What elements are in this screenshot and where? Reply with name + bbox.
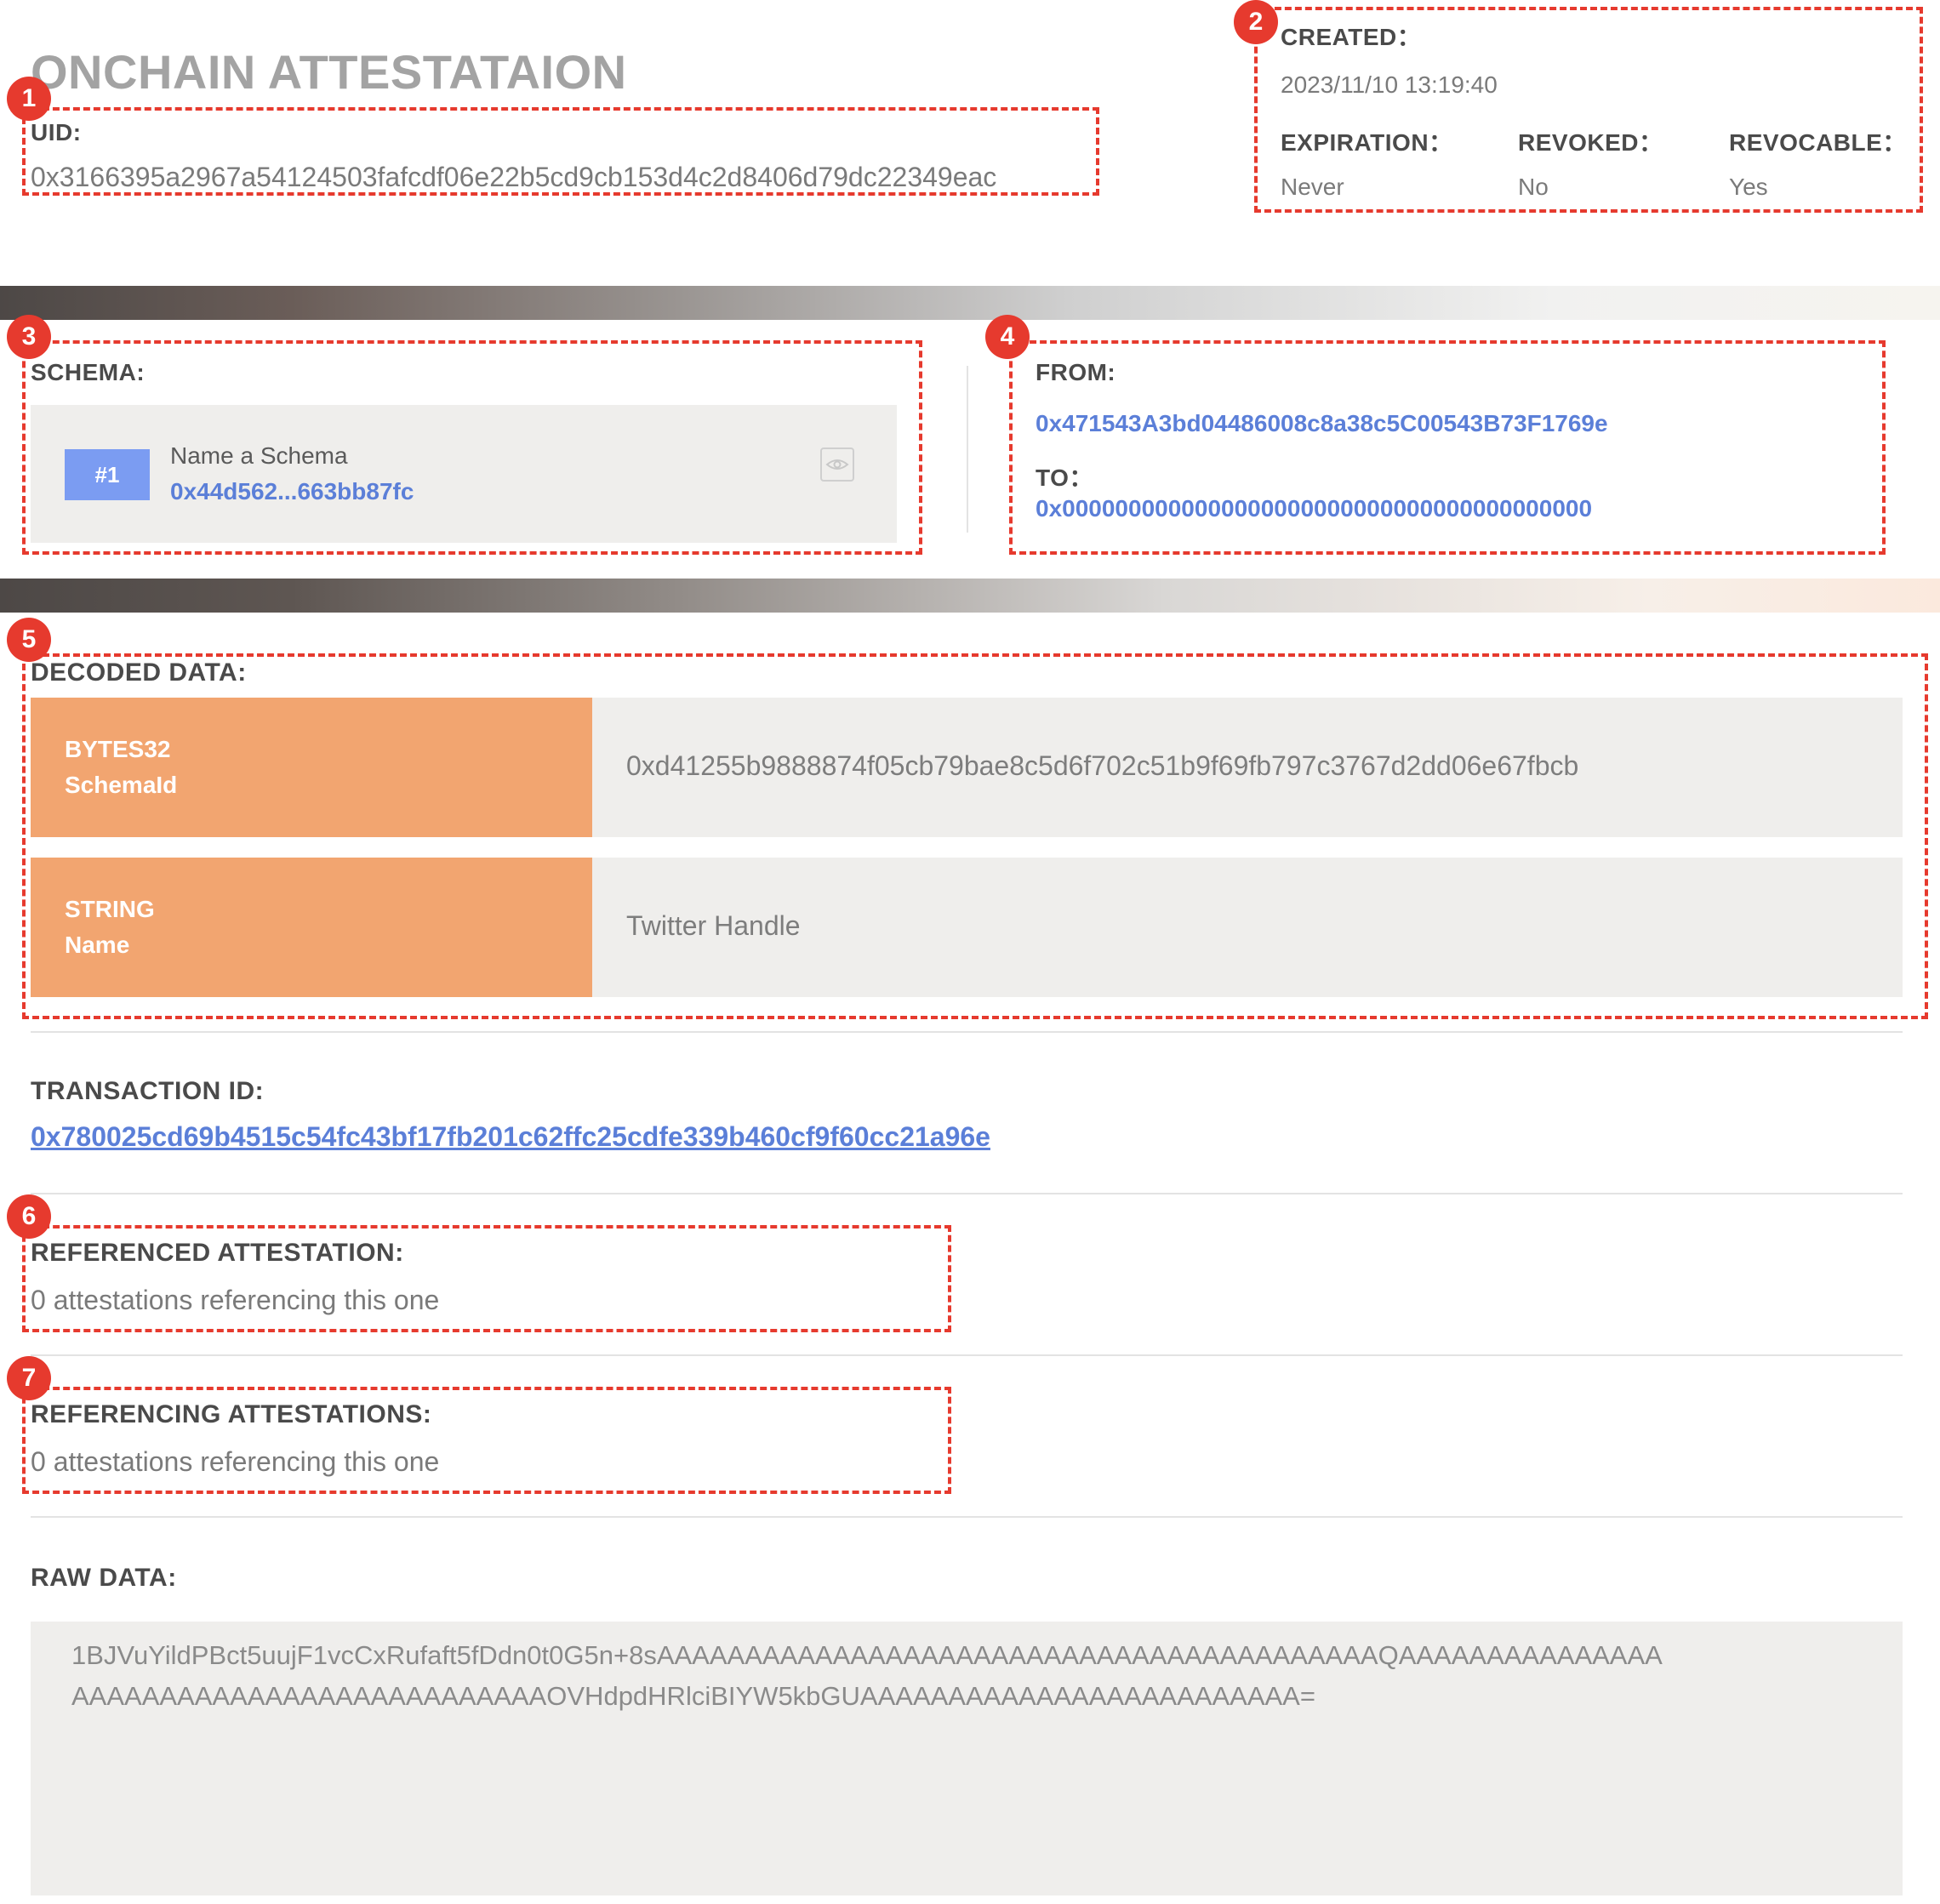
decoded-row-2-value-cell: Twitter Handle xyxy=(592,858,1903,997)
divider-referenced xyxy=(31,1354,1903,1356)
referencing-attestations-label: REFERENCING ATTESTATIONS: xyxy=(31,1400,432,1428)
created-label: CREATED： xyxy=(1281,24,1422,50)
annotation-badge-3: 3 xyxy=(7,315,51,359)
to-address-link[interactable]: 0x00000000000000000000000000000000000000… xyxy=(1036,495,1592,522)
revoked-value: No xyxy=(1518,174,1549,200)
expiration-value: Never xyxy=(1281,174,1344,200)
transaction-id-label: TRANSACTION ID: xyxy=(31,1077,265,1105)
raw-data-line-2: AAAAAAAAAAAAAAAAAAAAAAAAAAAOVHdpdHRlciBI… xyxy=(71,1681,1315,1711)
decoded-row-2-type-cell: STRING Name xyxy=(31,858,592,997)
schema-label: SCHEMA: xyxy=(31,359,146,385)
annotation-badge-5: 5 xyxy=(7,618,51,662)
to-label: TO： xyxy=(1036,465,1093,491)
expiration-label: EXPIRATION： xyxy=(1281,129,1453,156)
divider-band-top xyxy=(0,286,1940,320)
schema-address-link[interactable]: 0x44d562...663bb87fc xyxy=(170,478,414,505)
referenced-attestation-label: REFERENCED ATTESTATION: xyxy=(31,1239,404,1267)
referenced-attestation-value: 0 attestations referencing this one xyxy=(31,1285,440,1315)
decoded-row-1-type: BYTES32 xyxy=(65,736,171,762)
divider-decoded xyxy=(31,1031,1903,1033)
schema-name: Name a Schema xyxy=(170,442,348,469)
revoked-label: REVOKED： xyxy=(1518,129,1663,156)
referencing-attestations-value: 0 attestations referencing this one xyxy=(31,1446,440,1477)
from-label: FROM: xyxy=(1036,359,1116,385)
decoded-row-1-value: 0xd41255b9888874f05cb79bae8c5d6f702c51b9… xyxy=(626,750,1579,781)
annotation-badge-7: 7 xyxy=(7,1356,51,1400)
decoded-data-label: DECODED DATA: xyxy=(31,658,247,687)
section-divider-vertical xyxy=(967,366,968,533)
from-address-link[interactable]: 0x471543A3bd04486008c8a38c5C00543B73F176… xyxy=(1036,410,1608,437)
decoded-row-1-type-cell: BYTES32 SchemaId xyxy=(31,698,592,837)
annotation-badge-1: 1 xyxy=(7,77,51,121)
uid-label: UID: xyxy=(31,119,82,145)
page-title: ONCHAIN ATTESTATAION xyxy=(31,45,627,99)
raw-data-box: 1BJVuYildPBct5uujF1vcCxRufaft5fDdn0t0G5n… xyxy=(31,1622,1903,1895)
created-value: 2023/11/10 13:19:40 xyxy=(1281,71,1498,98)
eye-icon[interactable] xyxy=(820,447,854,482)
decoded-row-2-name: Name xyxy=(65,932,130,958)
schema-card[interactable]: #1 Name a Schema 0x44d562...663bb87fc xyxy=(31,405,897,543)
annotation-badge-6: 6 xyxy=(7,1194,51,1239)
revocable-value: Yes xyxy=(1729,174,1768,200)
decoded-row-1-name: SchemaId xyxy=(65,772,178,798)
revocable-label: REVOCABLE： xyxy=(1729,129,1907,156)
decoded-row-1-value-cell: 0xd41255b9888874f05cb79bae8c5d6f702c51b9… xyxy=(592,698,1903,837)
parties-annotation-box xyxy=(1009,340,1886,555)
raw-data-line-1: 1BJVuYildPBct5uujF1vcCxRufaft5fDdn0t0G5n… xyxy=(71,1640,1663,1670)
annotation-badge-2: 2 xyxy=(1234,0,1278,44)
decoded-row-2-type: STRING xyxy=(65,896,155,922)
schema-id-tag: #1 xyxy=(65,449,150,500)
decoded-row-2-value: Twitter Handle xyxy=(626,910,801,941)
divider-referencing xyxy=(31,1516,1903,1518)
raw-data-label: RAW DATA: xyxy=(31,1564,177,1592)
divider-band-middle xyxy=(0,579,1940,613)
transaction-id-link[interactable]: 0x780025cd69b4515c54fc43bf17fb201c62ffc2… xyxy=(31,1121,990,1153)
annotation-badge-4: 4 xyxy=(985,315,1030,359)
divider-transaction xyxy=(31,1193,1903,1194)
uid-value[interactable]: 0x3166395a2967a54124503fafcdf06e22b5cd9c… xyxy=(31,162,996,193)
